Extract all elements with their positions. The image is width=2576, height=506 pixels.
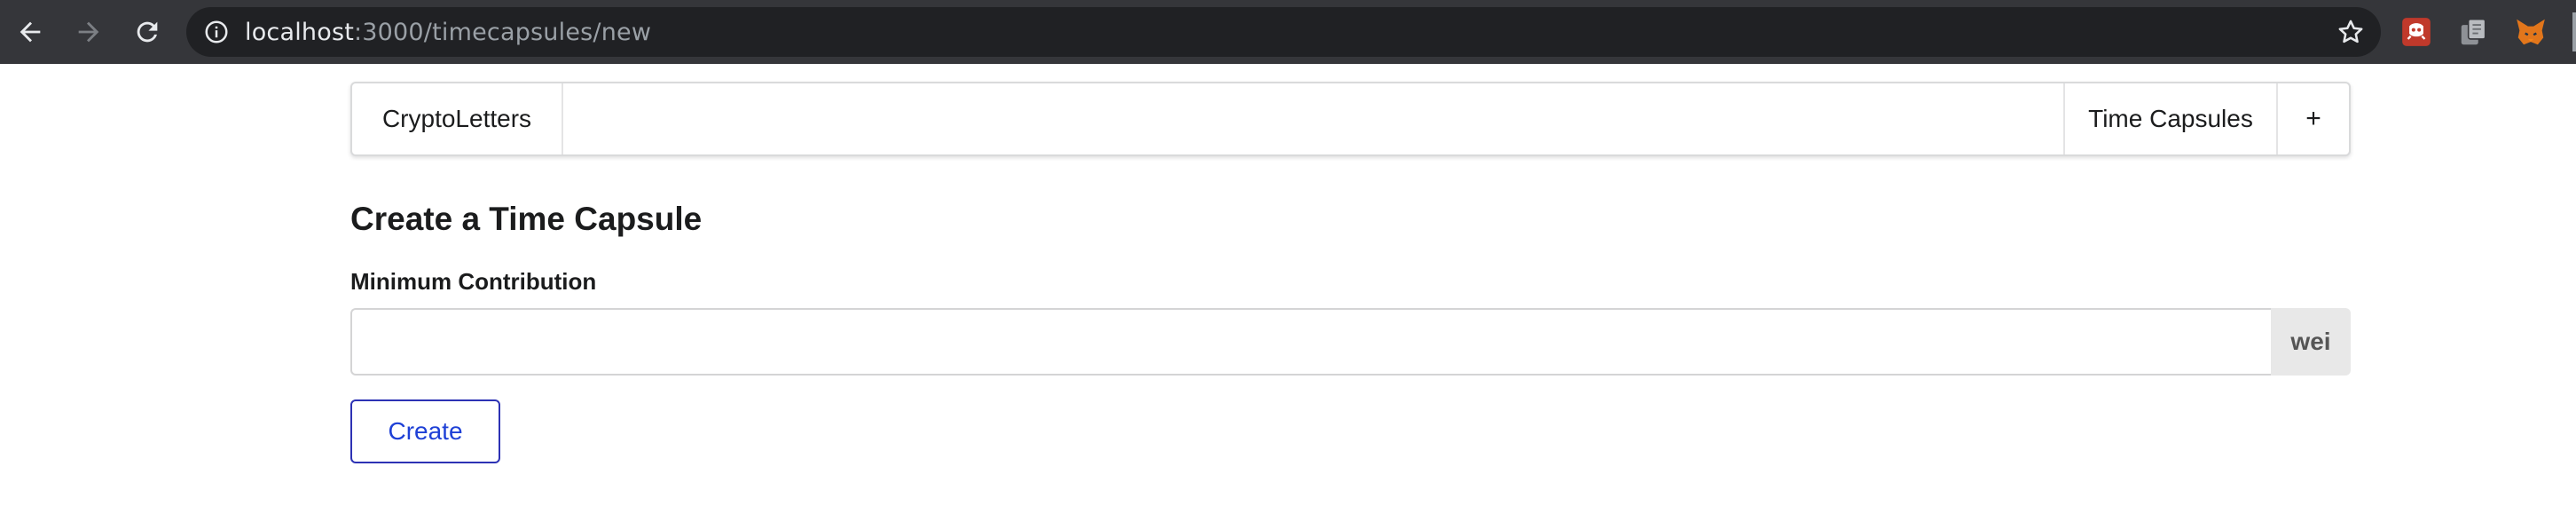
reload-icon [137, 21, 158, 43]
copy-extension-icon [2461, 18, 2486, 45]
reload-button[interactable] [126, 11, 169, 53]
url-text[interactable]: localhost:3000/timecapsules/new [245, 7, 651, 57]
page-title: Create a Time Capsule [350, 201, 703, 237]
minimum-contribution-input[interactable] [350, 308, 2271, 376]
nav-time-capsules-link[interactable]: Time Capsules [2063, 83, 2276, 154]
url-host: localhost [245, 18, 354, 46]
nav-brand-link[interactable]: CryptoLetters [352, 83, 563, 154]
url-path: :3000/timecapsules/new [354, 18, 652, 46]
unit-label: wei [2271, 308, 2351, 376]
extension-button-2[interactable] [2456, 14, 2492, 50]
toolbar-divider [2572, 12, 2576, 51]
create-button[interactable]: Create [350, 399, 500, 463]
extension-button-3[interactable] [2513, 14, 2549, 50]
extension-button-1[interactable] [2399, 14, 2434, 50]
star-icon [2338, 20, 2363, 43]
site-info-button[interactable] [202, 18, 231, 46]
minimum-contribution-label: Minimum Contribution [350, 268, 597, 295]
address-bar[interactable]: localhost:3000/timecapsules/new [186, 7, 2381, 57]
info-icon [205, 20, 228, 43]
minimum-contribution-group: wei [350, 308, 2351, 376]
forward-arrow-icon [78, 21, 99, 43]
back-button[interactable] [9, 11, 51, 53]
back-arrow-icon [20, 21, 41, 43]
red-extension-icon [2402, 18, 2431, 46]
browser-toolbar: localhost:3000/timecapsules/new [0, 0, 2576, 64]
nav-add-link[interactable]: + [2276, 83, 2349, 154]
bookmark-button[interactable] [2335, 16, 2367, 48]
top-menu: CryptoLetters Time Capsules + [350, 82, 2351, 156]
metamask-fox-icon [2517, 19, 2545, 45]
forward-button[interactable] [67, 11, 110, 53]
